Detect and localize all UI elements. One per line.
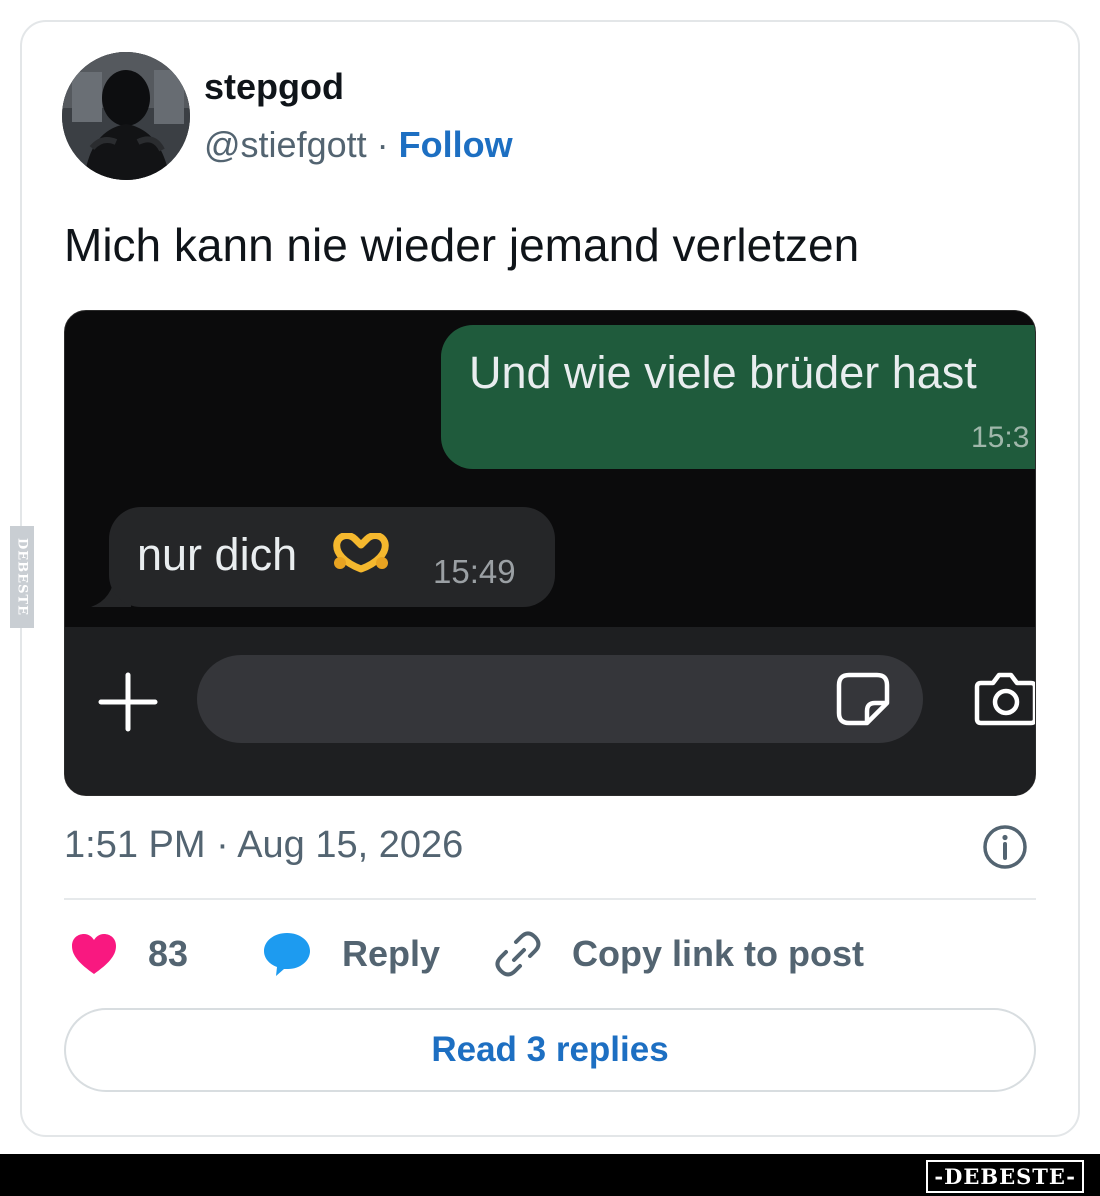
tweet-timestamp[interactable]: 1:51 PM · Aug 15, 2026 [64,824,463,867]
sticker-icon[interactable] [835,671,891,727]
copy-link-label: Copy link to post [572,933,864,974]
outgoing-message-bubble: Und wie viele brüder hast 15:3 [441,325,1035,469]
user-handle[interactable]: @stiefgott [204,124,367,165]
outgoing-message-time: 15:3 [971,421,1030,454]
handle-row: @stiefgott · Follow [204,124,513,166]
reply-bubble-icon [264,933,310,976]
incoming-message-time: 15:49 [433,553,516,590]
divider [64,898,1036,900]
like-button[interactable]: 83 [70,926,188,982]
chat-message-input[interactable] [197,655,923,743]
reply-label: Reply [342,933,441,974]
avatar[interactable] [62,52,190,180]
tweet-text: Mich kann nie wieder jemand verletzen [64,219,860,271]
outgoing-message-text: Und wie viele brüder hast [469,347,977,398]
side-watermark: DEBESTE [10,526,34,628]
chat-composer-bar [65,627,1036,795]
chat-screenshot[interactable]: Und wie viele brüder hast 15:3 nur dich … [64,310,1036,796]
footer-watermark-logo: -DEBESTE- [926,1160,1084,1193]
display-name[interactable]: stepgod [204,66,344,108]
read-replies-button[interactable]: Read 3 replies [64,1008,1036,1092]
handle-separator: · [366,124,399,165]
incoming-message-bubble: nur dich 15:49 [109,507,555,607]
link-icon [495,931,541,977]
follow-button[interactable]: Follow [399,124,513,165]
reply-button[interactable]: Reply [262,926,440,982]
camera-icon[interactable] [973,671,1036,727]
heart-hands-icon [333,533,389,573]
heart-icon [72,934,116,974]
incoming-message-text: nur dich [137,529,298,580]
footer-watermark-bar: -DEBESTE- [0,1154,1100,1196]
copy-link-button[interactable]: Copy link to post [494,926,864,982]
info-icon[interactable] [982,824,1028,870]
plus-icon[interactable] [97,671,159,733]
like-count: 83 [148,933,189,974]
